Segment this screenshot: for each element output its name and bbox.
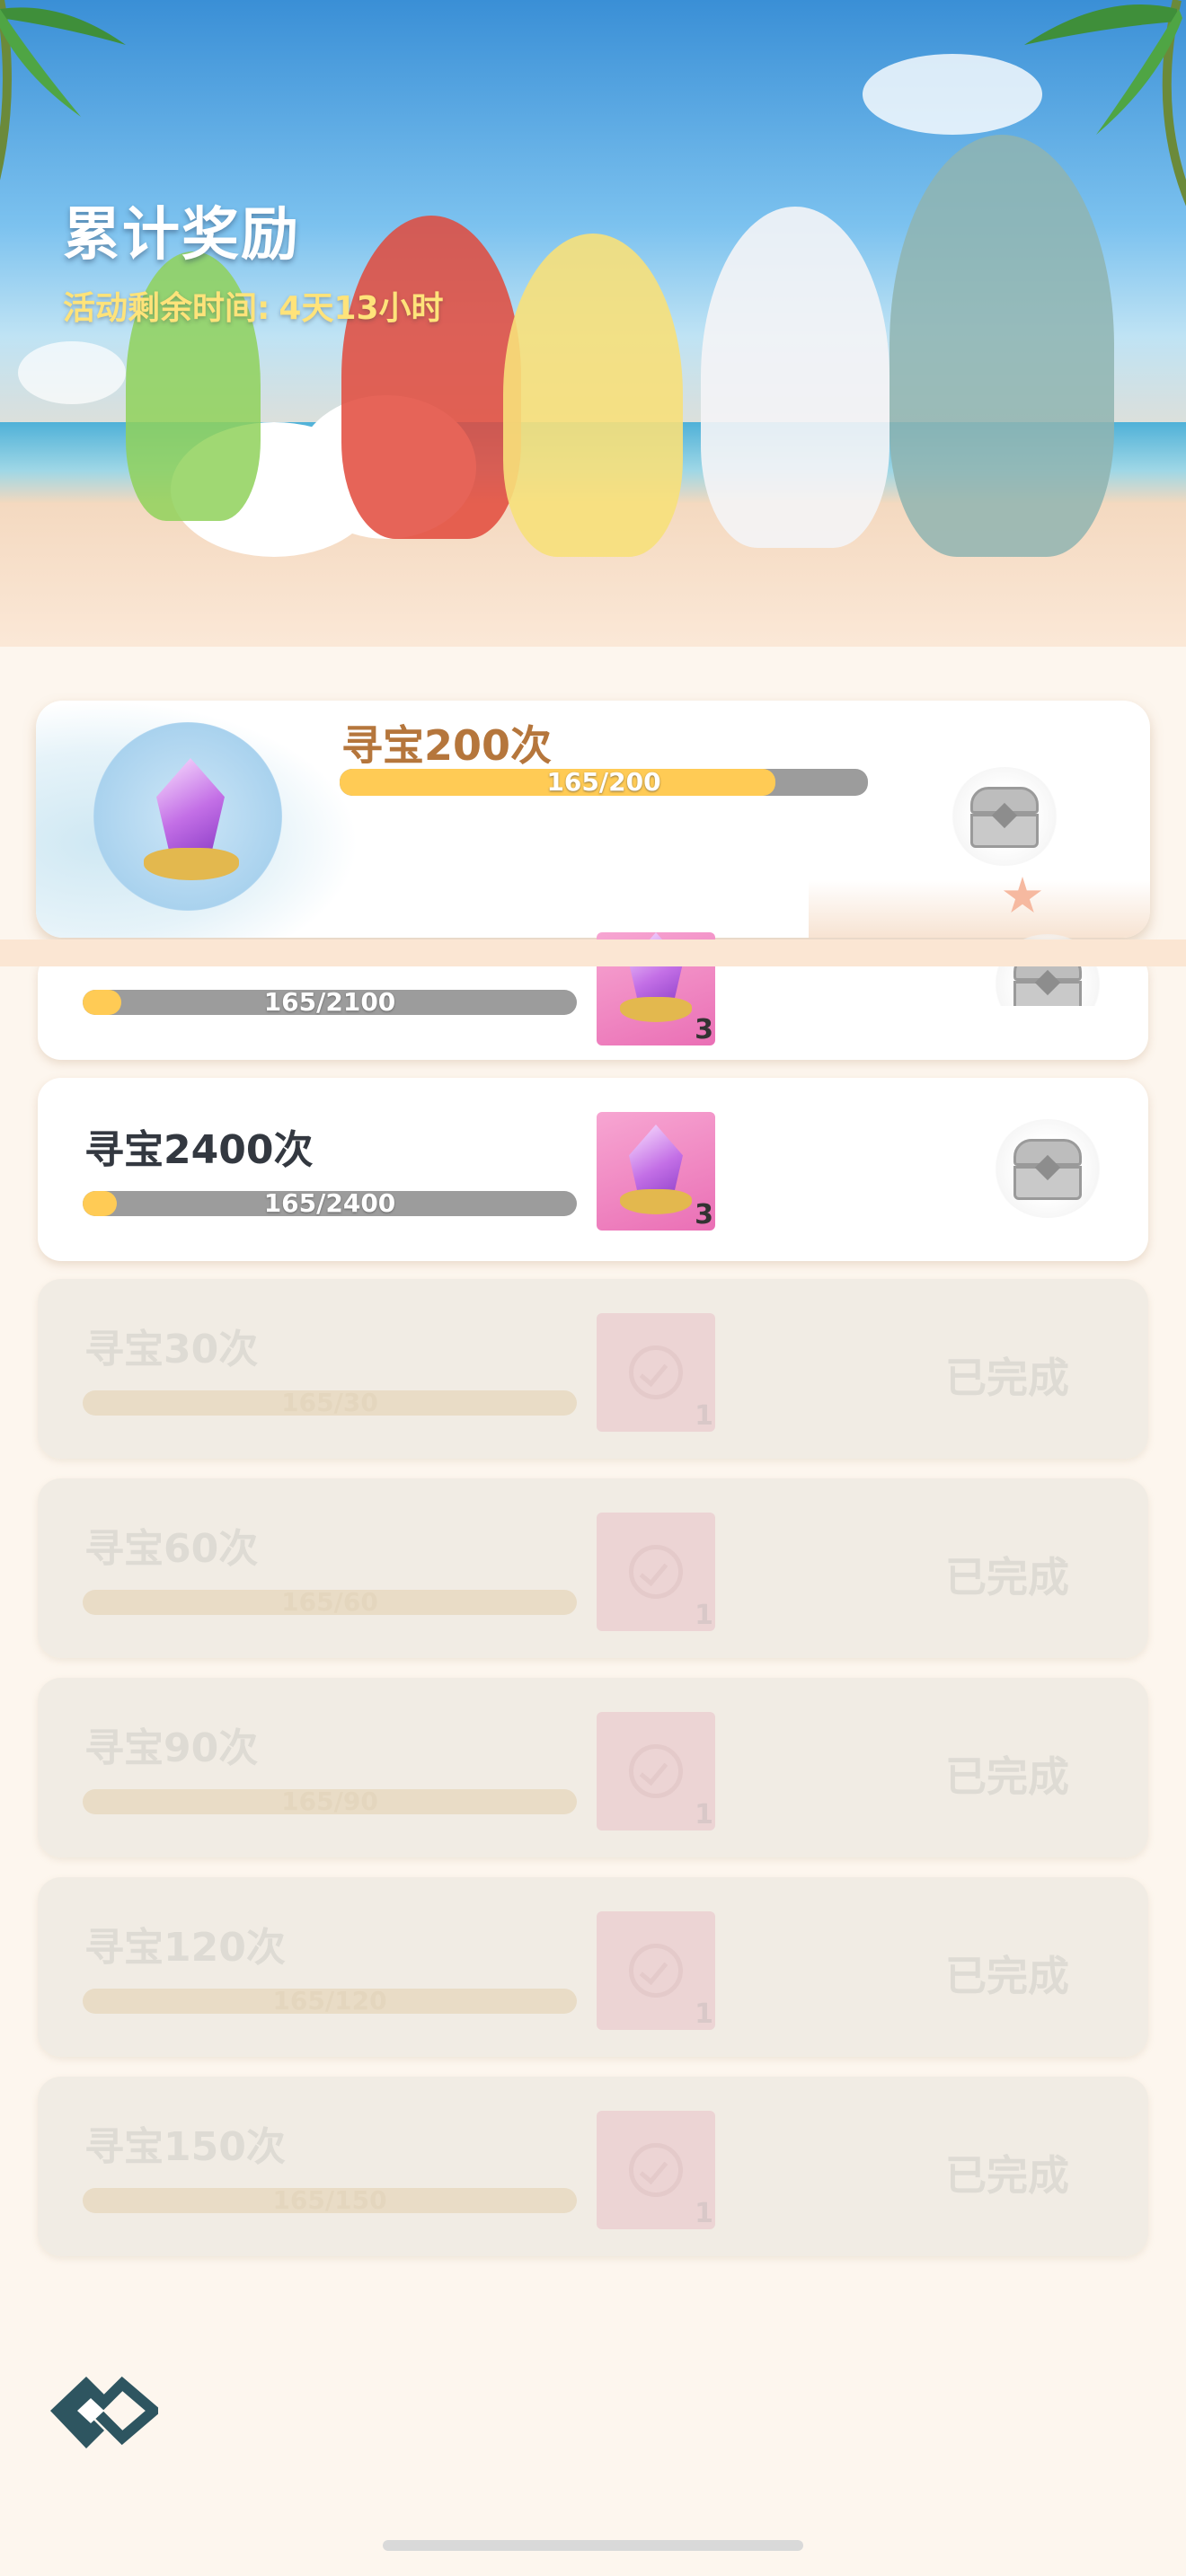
- progress-text: 165/2100: [263, 990, 396, 1015]
- reward-count: 3: [695, 1199, 713, 1231]
- claimed-check-icon: [629, 2143, 683, 2197]
- task-title: 寻宝90次: [84, 1725, 259, 1771]
- task-progress-bar: 165/2400: [83, 1191, 577, 1216]
- task-title: 寻宝120次: [84, 1925, 286, 1971]
- event-banner: 累计奖励 活动剩余时间: 4天13小时: [0, 0, 1186, 647]
- reward-count: 3: [695, 1014, 713, 1045]
- progress-text: 165/120: [272, 1989, 387, 2014]
- completed-label: 已完成: [945, 1752, 1069, 1801]
- task-row-completed[interactable]: 寻宝120次 165/120 1 已完成: [38, 1877, 1148, 2057]
- claimed-check-icon: [629, 1944, 683, 1998]
- cloud-decoration: [18, 341, 126, 404]
- character-illustration: [890, 135, 1114, 557]
- task-row[interactable]: 寻宝2400次 165/2400 3: [38, 1078, 1148, 1261]
- task-row-completed[interactable]: 寻宝60次 165/60 1 已完成: [38, 1478, 1148, 1658]
- reward-count: 1: [695, 2198, 713, 2229]
- sand-decoration: [809, 880, 1150, 938]
- task-row[interactable]: 165/2100 3: [38, 932, 1148, 1060]
- character-illustration: [701, 207, 890, 548]
- palm-tree-left-icon: [0, 0, 126, 181]
- reward-item: 1: [597, 1313, 715, 1432]
- task-title: 寻宝150次: [84, 2124, 286, 2170]
- scroll-mask: [0, 940, 1186, 966]
- countdown-label: 活动剩余时间:: [63, 290, 270, 327]
- task-progress-bar: 165/90: [83, 1789, 577, 1814]
- task-progress-bar: 165/120: [83, 1989, 577, 2014]
- reward-item: 1: [597, 1712, 715, 1831]
- progress-text: 165/200: [546, 769, 661, 796]
- task-row-completed[interactable]: 寻宝150次 165/150 1 已完成: [38, 2077, 1148, 2256]
- progress-text: 165/30: [281, 1390, 378, 1416]
- game-logo-icon: [50, 2376, 158, 2448]
- progress-text: 165/90: [281, 1789, 378, 1814]
- crystal-base-icon: [620, 1189, 692, 1214]
- character-illustration: [503, 234, 683, 557]
- progress-text: 165/60: [281, 1590, 378, 1615]
- featured-title: 寻宝200次: [341, 721, 553, 770]
- claimed-check-icon: [629, 1545, 683, 1599]
- page-title: 累计奖励: [63, 202, 300, 269]
- completed-label: 已完成: [945, 2151, 1069, 2200]
- reward-count: 1: [695, 1600, 713, 1631]
- event-countdown: 活动剩余时间: 4天13小时: [63, 282, 444, 329]
- reward-item[interactable]: 3: [597, 1112, 715, 1231]
- claimed-check-icon: [629, 1345, 683, 1399]
- crystal-base-icon: [144, 848, 239, 880]
- task-progress-bar: 165/2100: [83, 990, 577, 1015]
- reward-item: 1: [597, 2111, 715, 2229]
- reward-count: 1: [695, 1400, 713, 1432]
- progress-text: 165/2400: [263, 1191, 396, 1216]
- reward-item: 1: [597, 1911, 715, 2030]
- character-illustration: [341, 216, 521, 539]
- completed-label: 已完成: [945, 1952, 1069, 2000]
- task-title: 寻宝60次: [84, 1526, 259, 1572]
- task-progress-bar: 165/60: [83, 1590, 577, 1615]
- progress-text: 165/150: [272, 2188, 387, 2213]
- task-row-completed[interactable]: 寻宝30次 165/30 1 已完成: [38, 1279, 1148, 1459]
- reward-item: 1: [597, 1513, 715, 1631]
- task-title: 寻宝30次: [84, 1327, 259, 1372]
- crystal-base-icon: [620, 997, 692, 1022]
- reward-count: 1: [695, 1799, 713, 1831]
- featured-reward-card[interactable]: 寻宝200次 165/200: [36, 701, 1150, 938]
- completed-label: 已完成: [945, 1354, 1069, 1402]
- task-row-completed[interactable]: 寻宝90次 165/90 1 已完成: [38, 1678, 1148, 1857]
- task-progress-bar: 165/150: [83, 2188, 577, 2213]
- task-progress-bar: 165/30: [83, 1390, 577, 1416]
- task-title: 寻宝2400次: [84, 1127, 314, 1173]
- crystal-icon: [156, 758, 225, 855]
- claimed-check-icon: [629, 1744, 683, 1798]
- completed-label: 已完成: [945, 1553, 1069, 1601]
- countdown-value: 4天13小时: [279, 290, 444, 327]
- treasure-chest-icon[interactable]: [951, 767, 1058, 866]
- home-indicator[interactable]: [383, 2540, 803, 2551]
- crystal-medal-icon: [93, 722, 282, 911]
- featured-progress-bar: 165/200: [340, 769, 868, 796]
- treasure-chest-icon[interactable]: [994, 1119, 1102, 1218]
- reward-count: 1: [695, 1998, 713, 2030]
